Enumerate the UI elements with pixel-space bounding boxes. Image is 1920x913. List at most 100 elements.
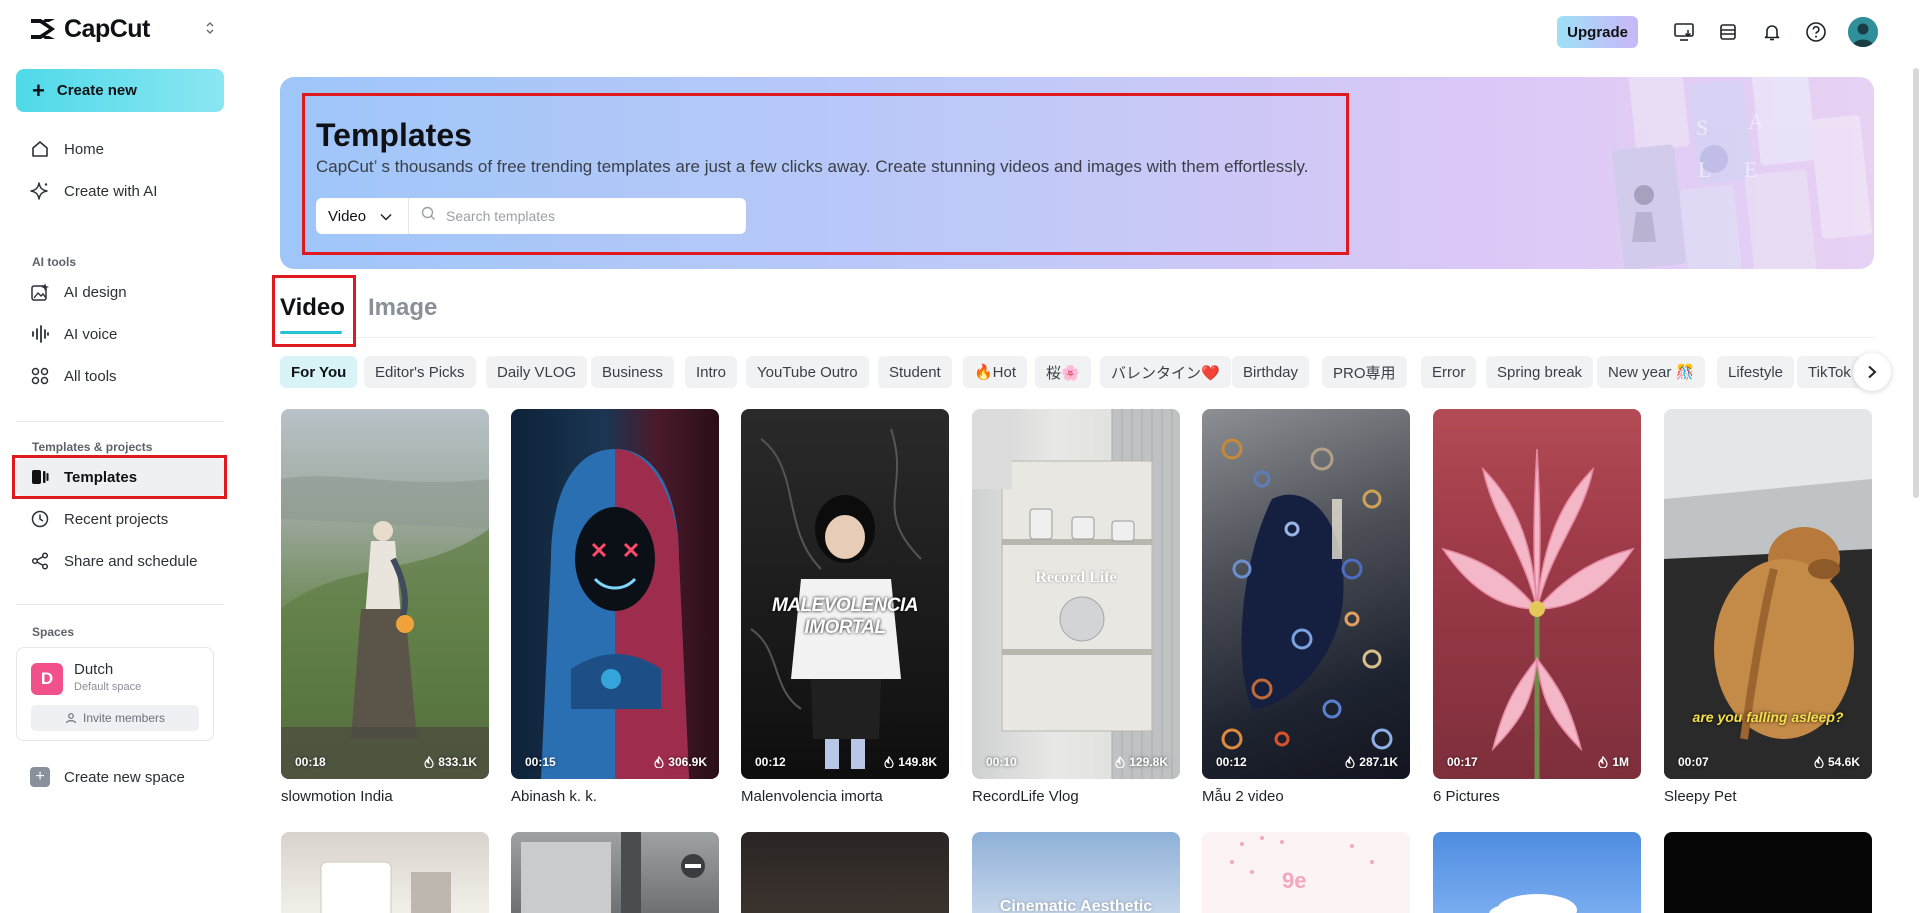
flame-icon: [1598, 756, 1608, 768]
sidebar-item-all-tools[interactable]: All tools: [16, 357, 224, 395]
create-new-space-button[interactable]: + Create new space: [30, 767, 185, 787]
template-thumbnail: 00:15 306.9K: [511, 409, 719, 779]
active-tab-indicator: [280, 331, 342, 334]
duration-label: 00:15: [525, 755, 556, 769]
search-type-value: Video: [328, 207, 367, 225]
usage-count-value: 129.8K: [1129, 755, 1168, 769]
chip-intro[interactable]: Intro: [685, 356, 738, 388]
template-card-partial[interactable]: [511, 832, 719, 913]
duration-label: 00:07: [1678, 755, 1709, 769]
template-thumbnail: are you falling asleep? 00:07 54.6K: [1664, 409, 1872, 779]
create-new-space-label: Create new space: [64, 768, 185, 786]
storage-icon[interactable]: [1714, 18, 1742, 46]
chip-editors-picks[interactable]: Editor's Picks: [364, 356, 476, 388]
template-card-partial[interactable]: Cinematic Aesthetic: [972, 832, 1180, 913]
usage-count: 833.1K: [424, 755, 477, 769]
tab-image[interactable]: Image: [368, 294, 437, 322]
desktop-download-icon[interactable]: [1670, 18, 1698, 46]
sidebar-item-label: Share and schedule: [64, 552, 198, 570]
usage-count: 54.6K: [1814, 755, 1860, 769]
sidebar-item-label: Home: [64, 140, 105, 158]
sidebar-item-home[interactable]: Home: [16, 130, 224, 168]
invite-members-button[interactable]: Invite members: [31, 705, 199, 731]
duration-label: 00:17: [1447, 755, 1478, 769]
svg-text:A: A: [1748, 109, 1764, 134]
space-card[interactable]: D Dutch Default space Invite members: [16, 647, 214, 741]
brand-logo[interactable]: CapCut: [28, 14, 218, 44]
template-card[interactable]: 00:15 306.9K Abinash k. k.: [511, 409, 719, 805]
sidebar-item-ai-design[interactable]: AI design: [16, 273, 224, 311]
chips-next-button[interactable]: [1853, 353, 1891, 391]
usage-count-value: 306.9K: [668, 755, 707, 769]
template-card-partial[interactable]: [281, 832, 489, 913]
bell-icon[interactable]: [1758, 18, 1786, 46]
usage-count: 129.8K: [1115, 755, 1168, 769]
svg-text:9e: 9e: [1282, 868, 1306, 893]
page-scrollbar[interactable]: [1912, 68, 1920, 498]
person-icon: [65, 713, 77, 724]
chip-pro[interactable]: PRO専用: [1322, 356, 1407, 388]
chip-student[interactable]: Student: [878, 356, 952, 388]
chip-sakura[interactable]: 桜🌸: [1035, 356, 1091, 388]
svg-text:S: S: [1696, 115, 1708, 140]
sidebar-item-label: Templates: [64, 468, 138, 486]
template-card-partial[interactable]: 9e: [1202, 832, 1410, 913]
chip-business[interactable]: Business: [591, 356, 674, 388]
sidebar-item-label: AI design: [64, 283, 127, 301]
chip-new-year[interactable]: New year 🎊: [1597, 356, 1706, 388]
chip-lifestyle[interactable]: Lifestyle: [1717, 356, 1795, 388]
chip-spring-break[interactable]: Spring break: [1486, 356, 1594, 388]
flame-icon: [1814, 756, 1824, 768]
template-card[interactable]: MALEVOLENCIA IMORTAL 00:12 149.8K Malenv…: [741, 409, 949, 805]
sidebar-item-recent-projects[interactable]: Recent projects: [16, 500, 224, 538]
template-card[interactable]: 00:18 833.1K slowmotion India: [281, 409, 489, 805]
template-card[interactable]: Record Life 00:10 129.8K RecordLife Vlog: [972, 409, 1180, 805]
space-subtitle: Default space: [74, 681, 142, 693]
banner-description: CapCut’ s thousands of free trending tem…: [316, 157, 1309, 176]
category-chips: For You Editor's Picks Daily VLOG Busine…: [280, 356, 1870, 388]
divider: [16, 421, 224, 422]
template-card[interactable]: 00:17 1M 6 Pictures: [1433, 409, 1641, 805]
capcut-app: CapCut + Create new Home Create with AI …: [0, 0, 1920, 913]
usage-count: 287.1K: [1345, 755, 1398, 769]
upgrade-button[interactable]: Upgrade: [1557, 16, 1638, 48]
flame-icon: [424, 756, 434, 768]
sidebar-item-label: Recent projects: [64, 510, 169, 528]
template-card-partial[interactable]: [1433, 832, 1641, 913]
svg-text:E: E: [1744, 157, 1757, 182]
scrollbar-thumb[interactable]: [1913, 68, 1919, 498]
chip-youtube-outro[interactable]: YouTube Outro: [746, 356, 869, 388]
share-icon: [30, 551, 50, 571]
workspace-switch-icon[interactable]: [204, 20, 216, 36]
chip-error[interactable]: Error: [1421, 356, 1477, 388]
help-icon[interactable]: [1802, 18, 1830, 46]
tab-video[interactable]: Video: [280, 294, 345, 322]
thumbnail-overlay-text: Record Life: [1035, 569, 1117, 586]
create-new-button[interactable]: + Create new: [16, 69, 224, 112]
flame-icon: [654, 756, 664, 768]
chip-daily-vlog[interactable]: Daily VLOG: [486, 356, 588, 388]
template-card[interactable]: are you falling asleep? 00:07 54.6K Slee…: [1664, 409, 1872, 805]
search-type-dropdown[interactable]: Video: [316, 198, 409, 234]
grid-icon: [30, 366, 50, 386]
chip-hot[interactable]: 🔥Hot: [963, 356, 1028, 388]
space-avatar: D: [31, 663, 63, 695]
chip-for-you[interactable]: For You: [280, 356, 358, 388]
sidebar-item-create-with-ai[interactable]: Create with AI: [16, 172, 224, 210]
sidebar-item-share-schedule[interactable]: Share and schedule: [16, 542, 224, 580]
search-input[interactable]: [446, 208, 726, 224]
sidebar-item-templates[interactable]: Templates: [16, 458, 224, 496]
template-card-partial[interactable]: [1664, 832, 1872, 913]
divider: [16, 604, 224, 605]
chip-valentine[interactable]: バレンタイン❤️: [1100, 356, 1231, 388]
create-new-label: Create new: [56, 82, 137, 99]
chip-birthday[interactable]: Birthday: [1232, 356, 1310, 388]
templates-banner: Templates CapCut’ s thousands of free tr…: [280, 77, 1874, 269]
user-avatar[interactable]: [1848, 17, 1878, 47]
search-field[interactable]: [409, 198, 746, 234]
duration-label: 00:18: [295, 755, 326, 769]
template-search-bar: Video: [316, 198, 746, 234]
template-card-partial[interactable]: [741, 832, 949, 913]
sidebar-item-ai-voice[interactable]: AI voice: [16, 315, 224, 353]
template-card[interactable]: 00:12 287.1K Mẫu 2 video: [1202, 409, 1410, 805]
